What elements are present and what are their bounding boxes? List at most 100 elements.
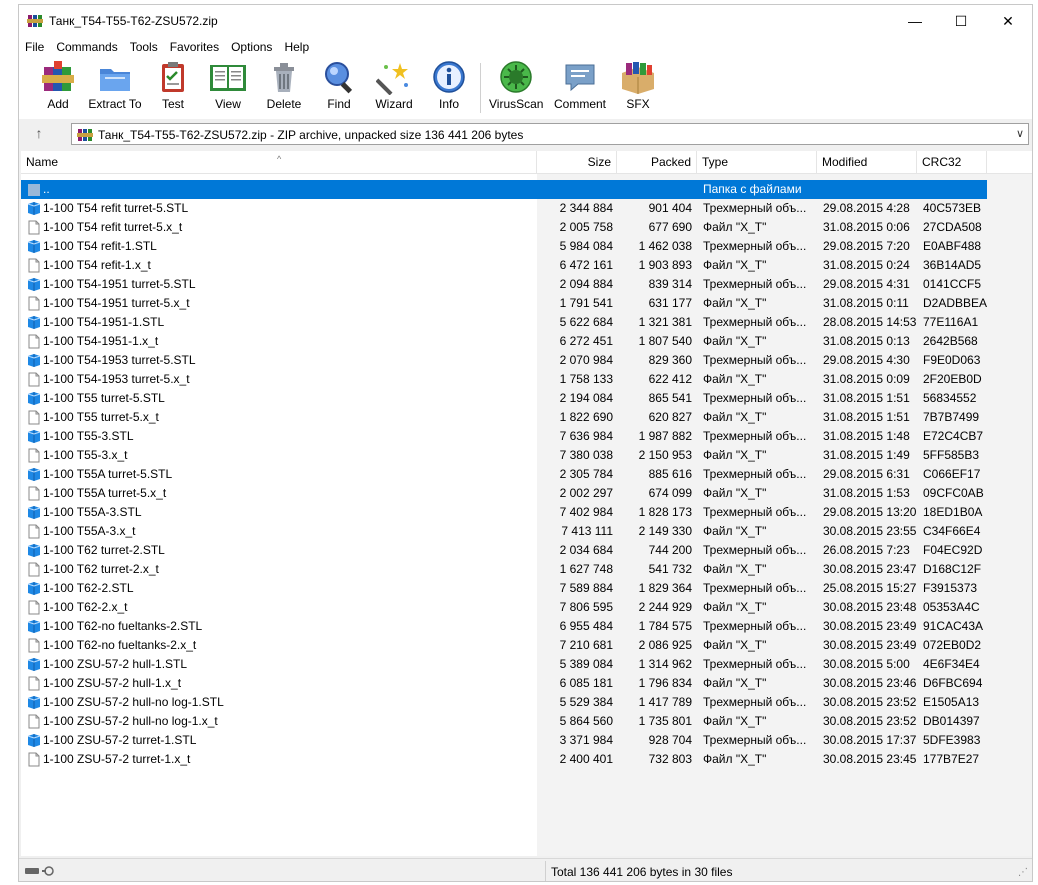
file-packed-size: 622 412: [648, 372, 692, 386]
file-crc32: 0141CCF5: [923, 277, 982, 291]
file-row[interactable]: 1-100 T54-1951-1.STL 5 622 684 1 321 381 Тр…: [21, 313, 987, 332]
up-arrow-icon[interactable]: ↑: [29, 125, 49, 143]
file-type: Трехмерный объ...: [703, 391, 807, 405]
file-type: Файл "X_T": [703, 600, 767, 614]
wizard-button[interactable]: Wizard: [373, 59, 415, 117]
find-label: Find: [327, 97, 351, 111]
file-row[interactable]: 1-100 T62-2.x_t 7 806 595 2 244 929 Файл "X…: [21, 598, 987, 617]
file-type: Файл "X_T": [703, 562, 767, 576]
maximize-button[interactable]: ☐: [938, 5, 984, 37]
file-modified: 30.08.2015 23:52: [823, 714, 917, 728]
test-button[interactable]: Test: [152, 59, 194, 117]
comment-label: Comment: [553, 97, 606, 111]
col-packed[interactable]: Packed: [617, 151, 697, 173]
file-row[interactable]: 1-100 T62-no fueltanks-2.x_t 7 210 681 2 0…: [21, 636, 987, 655]
file-modified: 29.08.2015 4:30: [823, 353, 910, 367]
file-row[interactable]: 1-100 T62 turret-2.STL 2 034 684 744 200 Тр…: [21, 541, 987, 560]
file-name: 1-100 T55A turret-5.STL: [43, 467, 173, 481]
file-crc32: F3915373: [923, 581, 978, 595]
test-clipboard-icon: [162, 62, 184, 92]
file-row[interactable]: 1-100 T54 refit turret-5.STL 2 344 884 901…: [21, 199, 987, 218]
winrar-app-icon: [27, 15, 43, 27]
parent-folder-row[interactable]: .. Папка с файлами: [21, 180, 987, 199]
file-name: 1-100 T54 refit turret-5.x_t: [43, 220, 183, 234]
menu-bar: File Commands Tools Favorites Options Help: [19, 37, 1032, 57]
file-row[interactable]: 1-100 T62 turret-2.x_t 1 627 748 541 732 Фа…: [21, 560, 987, 579]
chevron-down-icon[interactable]: ∨: [1016, 127, 1024, 140]
minimize-button[interactable]: —: [892, 5, 938, 37]
file-row[interactable]: 1-100 ZSU-57-2 hull-1.x_t 6 085 181 1 796 …: [21, 674, 987, 693]
drive-key-icon[interactable]: [25, 865, 59, 877]
file-packed-size: 620 827: [648, 410, 692, 424]
file-row[interactable]: 1-100 T54-1951 turret-5.STL 2 094 884 839 …: [21, 275, 987, 294]
col-modified[interactable]: Modified: [817, 151, 917, 173]
delete-button[interactable]: Delete: [263, 59, 305, 117]
find-button[interactable]: Find: [318, 59, 360, 117]
file-row[interactable]: 1-100 ZSU-57-2 hull-no log-1.STL 5 529 38…: [21, 693, 987, 712]
file-row[interactable]: 1-100 T54-1953 turret-5.STL 2 070 984 829 …: [21, 351, 987, 370]
file-row[interactable]: 1-100 T55A turret-5.x_t 2 002 297 674 099 Ф…: [21, 484, 987, 503]
file-row[interactable]: 1-100 ZSU-57-2 turret-1.STL 3 371 984 928 …: [21, 731, 987, 750]
file-row[interactable]: 1-100 T55-3.x_t 7 380 038 2 150 953 Файл "X…: [21, 446, 987, 465]
title-bar[interactable]: Танк_T54-T55-T62-ZSU572.zip — ☐ ✕: [19, 5, 1032, 37]
file-modified: 26.08.2015 7:23: [823, 543, 910, 557]
col-crc32[interactable]: CRC32: [917, 151, 987, 173]
file-row[interactable]: 1-100 T54 refit-1.STL 5 984 084 1 462 038 Т…: [21, 237, 987, 256]
file-crc32: 56834552: [923, 391, 977, 405]
comment-button[interactable]: Comment: [551, 59, 609, 117]
file-row[interactable]: 1-100 T54 refit-1.x_t 6 472 161 1 903 893 Ф…: [21, 256, 987, 275]
file-crc32: 7B7B7499: [923, 410, 980, 424]
file-row[interactable]: 1-100 T55 turret-5.x_t 1 822 690 620 827 Фа…: [21, 408, 987, 427]
info-button[interactable]: Info: [428, 59, 470, 117]
file-row[interactable]: 1-100 T55A-3.STL 7 402 984 1 828 173 Трехме…: [21, 503, 987, 522]
file-name: 1-100 T55 turret-5.STL: [43, 391, 165, 405]
menu-commands[interactable]: Commands: [50, 37, 123, 57]
resize-grip-icon[interactable]: ⋰: [1018, 867, 1028, 878]
menu-favorites[interactable]: Favorites: [164, 37, 225, 57]
file-row[interactable]: 1-100 ZSU-57-2 turret-1.x_t 2 400 401 732 …: [21, 750, 987, 769]
menu-help[interactable]: Help: [278, 37, 315, 57]
file-modified: 29.08.2015 7:20: [823, 239, 910, 253]
file-name: 1-100 T54 refit turret-5.STL: [43, 201, 189, 215]
file-size: 7 806 595: [559, 600, 613, 614]
file-row[interactable]: 1-100 T54 refit turret-5.x_t 2 005 758 677…: [21, 218, 987, 237]
file-row[interactable]: 1-100 ZSU-57-2 hull-no log-1.x_t 5 864 56…: [21, 712, 987, 731]
virusscan-button[interactable]: VirusScan: [489, 59, 543, 117]
close-button[interactable]: ✕: [985, 5, 1031, 37]
file-row[interactable]: 1-100 T54-1951-1.x_t 6 272 451 1 807 540 Фа…: [21, 332, 987, 351]
extract-to-button[interactable]: Extract To: [85, 59, 145, 117]
file-row[interactable]: 1-100 T55A-3.x_t 7 413 111 2 149 330 Файл "…: [21, 522, 987, 541]
col-name[interactable]: Name ^: [21, 151, 537, 173]
file-document-icon: [28, 752, 40, 767]
file-modified: 31.08.2015 1:53: [823, 486, 910, 500]
col-size[interactable]: Size: [537, 151, 617, 173]
menu-options[interactable]: Options: [225, 37, 278, 57]
file-modified: 30.08.2015 23:46: [823, 676, 917, 690]
col-type[interactable]: Type: [697, 151, 817, 173]
file-row[interactable]: 1-100 T55 turret-5.STL 2 194 084 865 541 Тр…: [21, 389, 987, 408]
file-row[interactable]: 1-100 T62-2.STL 7 589 884 1 829 364 Трехмер…: [21, 579, 987, 598]
file-row[interactable]: 1-100 T54-1953 turret-5.x_t 1 758 133 622 …: [21, 370, 987, 389]
col-name-label: Name: [26, 155, 59, 169]
add-button[interactable]: Add: [37, 59, 79, 117]
file-size: 2 344 884: [559, 201, 613, 215]
file-document-icon: [28, 714, 40, 729]
file-row[interactable]: 1-100 T55-3.STL 7 636 984 1 987 882 Трехмер…: [21, 427, 987, 446]
sfx-button[interactable]: SFX: [617, 59, 659, 117]
file-size: 2 194 084: [559, 391, 613, 405]
file-row[interactable]: 1-100 ZSU-57-2 hull-1.STL 5 389 084 1 314 …: [21, 655, 987, 674]
file-row[interactable]: 1-100 T62-no fueltanks-2.STL 6 955 484 1 7…: [21, 617, 987, 636]
file-packed-size: 901 404: [648, 201, 692, 215]
file-crc32: 40C573EB: [923, 201, 982, 215]
file-packed-size: 885 616: [648, 467, 692, 481]
file-row[interactable]: 1-100 T55A turret-5.STL 2 305 784 885 616 Т…: [21, 465, 987, 484]
view-button[interactable]: View: [205, 59, 251, 117]
menu-file[interactable]: File: [19, 37, 50, 57]
menu-tools[interactable]: Tools: [124, 37, 164, 57]
sfx-box-icon: [622, 62, 654, 94]
archive-path-field[interactable]: Танк_T54-T55-T62-ZSU572.zip - ZIP archiv…: [71, 123, 1029, 145]
file-name: 1-100 T54-1951 turret-5.x_t: [43, 296, 190, 310]
file-row[interactable]: 1-100 T54-1951 turret-5.x_t 1 791 541 631 …: [21, 294, 987, 313]
stl-3d-object-icon: [27, 392, 41, 405]
file-list[interactable]: Name ^ Size Packed Type Modified CRC32 .…: [21, 151, 1032, 856]
